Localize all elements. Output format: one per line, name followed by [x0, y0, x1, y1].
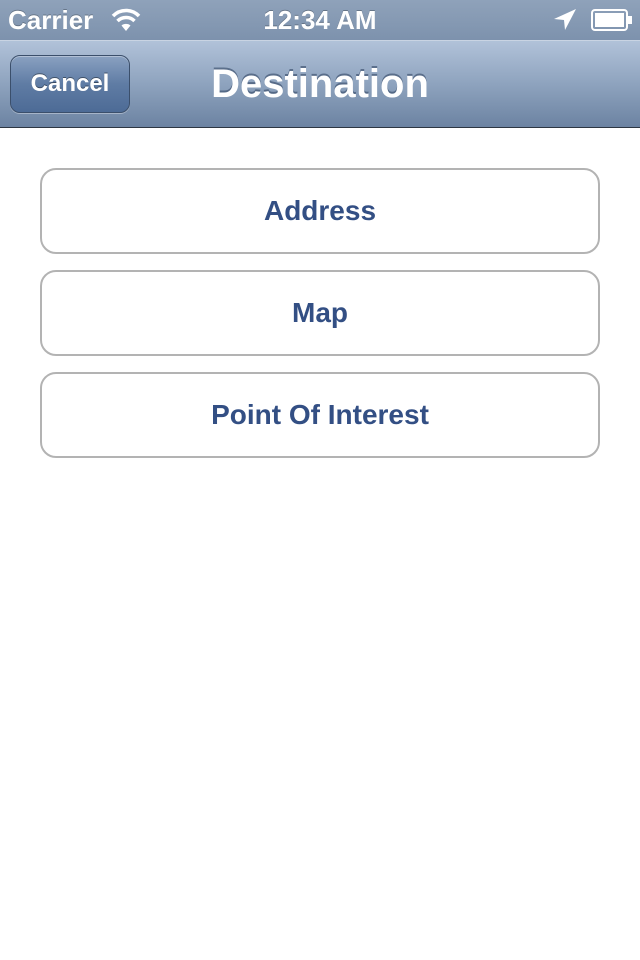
location-icon [552, 8, 578, 32]
map-button[interactable]: Map [40, 270, 600, 356]
clock-time: 12:34 AM [263, 5, 377, 35]
destination-screen: Carrier 12:34 AM Cancel Destination Addr… [0, 0, 640, 960]
destination-options: Address Map Point Of Interest [40, 168, 600, 474]
status-bar: Carrier 12:34 AM [0, 0, 640, 40]
battery-icon [591, 9, 633, 31]
address-button[interactable]: Address [40, 168, 600, 254]
page-title: Destination [211, 62, 429, 106]
point-of-interest-button[interactable]: Point Of Interest [40, 372, 600, 458]
navigation-bar: Cancel Destination [0, 40, 640, 128]
